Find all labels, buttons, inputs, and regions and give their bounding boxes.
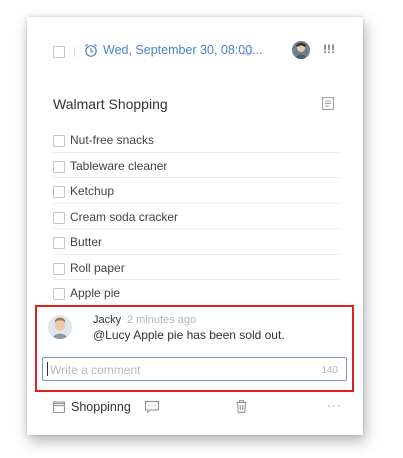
task-detail-panel: Wed, September 30, 08:00... !!! Walmart …: [27, 17, 363, 435]
item-checkbox[interactable]: [53, 237, 65, 249]
task-header: Wed, September 30, 08:00... !!!: [27, 35, 363, 65]
text-caret: [47, 362, 48, 376]
comment-time: 2 minutes ago: [127, 314, 197, 326]
priority-icon[interactable]: !!!: [323, 42, 335, 56]
comment-input[interactable]: Write a comment 140: [42, 357, 347, 381]
task-footer: Shoppinng ···: [27, 397, 363, 421]
item-checkbox[interactable]: [53, 160, 65, 173]
char-counter: 140: [321, 365, 338, 376]
divider: [74, 47, 75, 57]
checklist-item[interactable]: Butter: [53, 229, 341, 255]
list-folder-icon[interactable]: [53, 401, 65, 413]
commenter-avatar[interactable]: [48, 315, 72, 339]
item-checkbox[interactable]: [53, 262, 65, 275]
item-label[interactable]: Nut-free snacks: [70, 133, 154, 147]
trash-icon[interactable]: [236, 400, 247, 413]
item-label[interactable]: Tableware cleaner: [70, 159, 167, 173]
checklist-item[interactable]: Tableware cleaner: [53, 153, 341, 178]
list-name[interactable]: Shoppinng: [71, 400, 131, 414]
checklist-item[interactable]: Nut-free snacks: [53, 127, 341, 153]
item-checkbox[interactable]: [53, 211, 65, 224]
item-label[interactable]: Roll paper: [70, 261, 125, 275]
task-complete-checkbox[interactable]: [53, 46, 65, 58]
item-label[interactable]: Cream soda cracker: [70, 210, 178, 224]
more-options-icon[interactable]: ···: [327, 398, 342, 412]
checklist: Nut-free snacks Tableware cleaner Ketchu…: [53, 127, 341, 306]
checklist-item[interactable]: Roll paper: [53, 255, 341, 280]
item-checkbox[interactable]: [53, 135, 65, 147]
comment-placeholder: Write a comment: [50, 363, 141, 377]
item-checkbox[interactable]: [53, 186, 65, 198]
repeat-icon[interactable]: [241, 44, 255, 58]
checklist-item[interactable]: Cream soda cracker: [53, 204, 341, 229]
assignee-avatar[interactable]: [292, 41, 310, 59]
comment-icon[interactable]: [145, 401, 159, 413]
checklist-item[interactable]: Apple pie: [53, 280, 341, 306]
item-label[interactable]: Apple pie: [70, 286, 120, 300]
comment-text: @Lucy Apple pie has been sold out.: [93, 328, 285, 342]
item-label[interactable]: Butter: [70, 235, 102, 249]
comment-author: Jacky: [93, 314, 122, 326]
checklist-item[interactable]: Ketchup: [53, 178, 341, 204]
task-title[interactable]: Walmart Shopping: [53, 96, 168, 112]
note-mode-icon[interactable]: [322, 97, 334, 110]
stage: Wed, September 30, 08:00... !!! Walmart …: [0, 0, 403, 458]
due-date[interactable]: Wed, September 30, 08:00...: [103, 43, 263, 57]
comment-section: Jacky 2 minutes ago @Lucy Apple pie has …: [35, 305, 354, 392]
avatar-image: [292, 41, 310, 59]
alarm-clock-icon[interactable]: [83, 42, 99, 58]
avatar-image: [48, 315, 72, 339]
item-checkbox[interactable]: [53, 288, 65, 300]
item-label[interactable]: Ketchup: [70, 184, 114, 198]
